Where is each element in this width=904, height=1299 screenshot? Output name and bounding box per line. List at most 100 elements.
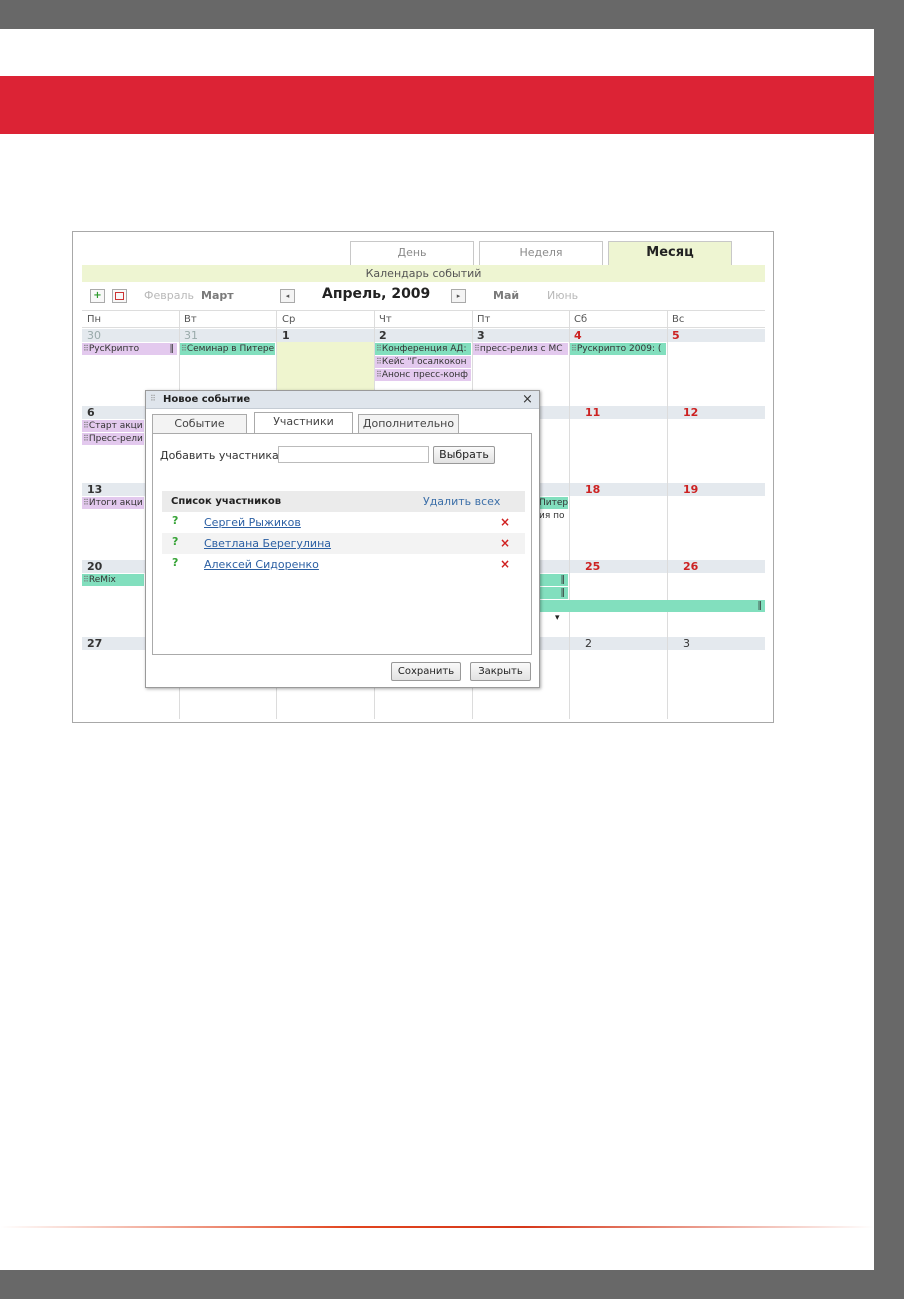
day-number[interactable]: 3 [477, 329, 485, 342]
calendar-event[interactable]: ⠿Кейс "Госалкокон [375, 356, 471, 368]
close-icon[interactable]: × [522, 392, 533, 407]
drag-handle-icon[interactable]: ⠿ [150, 394, 156, 403]
day-number[interactable]: 2 [585, 637, 592, 650]
month-link-june[interactable]: Июнь [547, 289, 578, 302]
calendar-event[interactable]: ⠿РусКрипто ‖ [82, 343, 177, 355]
day-number[interactable]: 30 [87, 329, 101, 342]
calendar-event[interactable]: ⠿Старт акци [82, 420, 144, 432]
tab-participants[interactable]: Участники [254, 412, 353, 433]
tab-week[interactable]: Неделя [479, 241, 603, 265]
calendar-event[interactable]: ия по [538, 510, 568, 522]
prev-month-button[interactable]: ◂ [280, 289, 295, 303]
event-label: Анонс пресс-конф [381, 370, 468, 380]
day-number[interactable]: 3 [683, 637, 690, 650]
weekday-tue: Вт [184, 314, 197, 325]
calendar-event[interactable]: ‖ [538, 600, 765, 612]
day-number[interactable]: 6 [87, 406, 95, 419]
day-number[interactable]: 20 [87, 560, 102, 573]
resize-handle-icon[interactable]: ‖ [561, 574, 566, 586]
question-icon: ? [172, 514, 179, 527]
day-number[interactable]: 1 [282, 329, 290, 342]
day-number[interactable]: 31 [184, 329, 198, 342]
weekday-header: Пн Вт Ср Чт Пт Сб Вс [82, 310, 765, 328]
save-button[interactable]: Сохранить [391, 662, 461, 681]
next-month-button[interactable]: ▸ [451, 289, 466, 303]
day-number[interactable]: 11 [585, 406, 600, 419]
arrow-right-icon: ▸ [456, 292, 461, 300]
resize-handle-icon[interactable]: ‖ [170, 343, 175, 355]
event-label: Кейс "Госалкокон [381, 357, 467, 367]
calendar-event[interactable]: ⠿Пресс-рели [82, 433, 144, 445]
day-number[interactable]: 12 [683, 406, 698, 419]
weekday-wed: Ср [282, 314, 296, 325]
calendar-event[interactable]: ⠿Анонс пресс-конф [375, 369, 471, 381]
participant-link[interactable]: Алексей Сидоренко [204, 558, 319, 571]
question-icon: ? [172, 535, 179, 548]
month-link-february[interactable]: Февраль [144, 289, 194, 302]
delete-icon[interactable]: × [500, 536, 510, 550]
dialog-header[interactable]: ⠿ Новое событие × [146, 391, 539, 409]
grid-line [569, 310, 570, 719]
calendar-icon [115, 292, 124, 300]
calendar-event[interactable]: ⠿Семинар в Питере [180, 343, 275, 355]
calendar-screenshot: День Неделя Месяц Календарь событий + Фе… [72, 231, 774, 723]
resize-handle-icon[interactable]: ‖ [561, 587, 566, 599]
day-number[interactable]: 5 [672, 329, 680, 342]
event-label: Рускрипто 2009: ( [576, 344, 662, 354]
participant-row: ? Алексей Сидоренко × [162, 554, 525, 575]
month-link-may[interactable]: Май [493, 289, 519, 302]
weekday-thu: Чт [379, 314, 392, 325]
day-number[interactable]: 27 [87, 637, 102, 650]
day-number[interactable]: 26 [683, 560, 698, 573]
day-number[interactable]: 13 [87, 483, 102, 496]
calendar-event[interactable]: ‖ [538, 587, 568, 599]
month-link-march[interactable]: Март [201, 289, 234, 302]
new-event-dialog: ⠿ Новое событие × Событие Участники Допо… [145, 390, 540, 688]
month-navigation: + Февраль Март ◂ Апрель, 2009 ▸ Май Июнь [82, 282, 765, 310]
participant-input[interactable] [278, 446, 429, 463]
event-label: Старт акци [88, 421, 143, 431]
delete-icon[interactable]: × [500, 515, 510, 529]
participants-list-title: Список участников [171, 496, 282, 507]
calendar-event[interactable]: ⠿пресс-релиз с МС [473, 343, 568, 355]
weekday-fri: Пт [477, 314, 491, 325]
participant-link[interactable]: Светлана Берегулина [204, 537, 331, 550]
calendar-picker-button[interactable] [112, 289, 127, 303]
add-event-button[interactable]: + [90, 289, 105, 303]
day-number[interactable]: 25 [585, 560, 600, 573]
arrow-left-icon: ◂ [285, 292, 290, 300]
add-participant-label: Добавить участника: [160, 449, 283, 462]
tab-additional[interactable]: Дополнительно [358, 414, 459, 433]
day-number[interactable]: 4 [574, 329, 582, 342]
calendar-event[interactable]: ‖ [538, 574, 568, 586]
select-button[interactable]: Выбрать [433, 446, 495, 464]
day-number[interactable]: 18 [585, 483, 600, 496]
weekday-mon: Пн [87, 314, 102, 325]
tab-event[interactable]: Событие [152, 414, 247, 433]
decorative-divider [0, 1226, 874, 1228]
red-header-band [0, 76, 874, 134]
chevron-down-icon[interactable]: ▾ [555, 613, 560, 623]
delete-icon[interactable]: × [500, 557, 510, 571]
current-month-label: Апрель, 2009 [322, 286, 431, 302]
participant-link[interactable]: Сергей Рыжиков [204, 516, 301, 529]
event-label: РусКрипто [88, 344, 140, 354]
calendar-event[interactable]: ⠿Итоги акци [82, 497, 144, 509]
event-label: Конференция АД: [381, 344, 467, 354]
resize-handle-icon[interactable]: ‖ [758, 600, 763, 612]
event-label: пресс-релиз с МС [479, 344, 563, 354]
remove-all-link[interactable]: Удалить всех [423, 495, 500, 508]
calendar-event[interactable]: ⠿Рускрипто 2009: ( [570, 343, 666, 355]
tab-day[interactable]: День [350, 241, 474, 265]
calendar-event[interactable]: ⠿Конференция АД: [375, 343, 471, 355]
day-number[interactable]: 19 [683, 483, 698, 496]
participants-list-header: Список участников Удалить всех [162, 491, 525, 512]
calendar-event[interactable]: ⠿ReMix [82, 574, 144, 586]
close-button[interactable]: Закрыть [470, 662, 531, 681]
tab-month[interactable]: Месяц [608, 241, 732, 266]
event-label: Питере [539, 498, 568, 508]
day-number[interactable]: 2 [379, 329, 387, 342]
event-label: Итоги акци [88, 498, 143, 508]
calendar-event[interactable]: Питере [538, 497, 568, 509]
event-label: Семинар в Питере [186, 344, 275, 354]
